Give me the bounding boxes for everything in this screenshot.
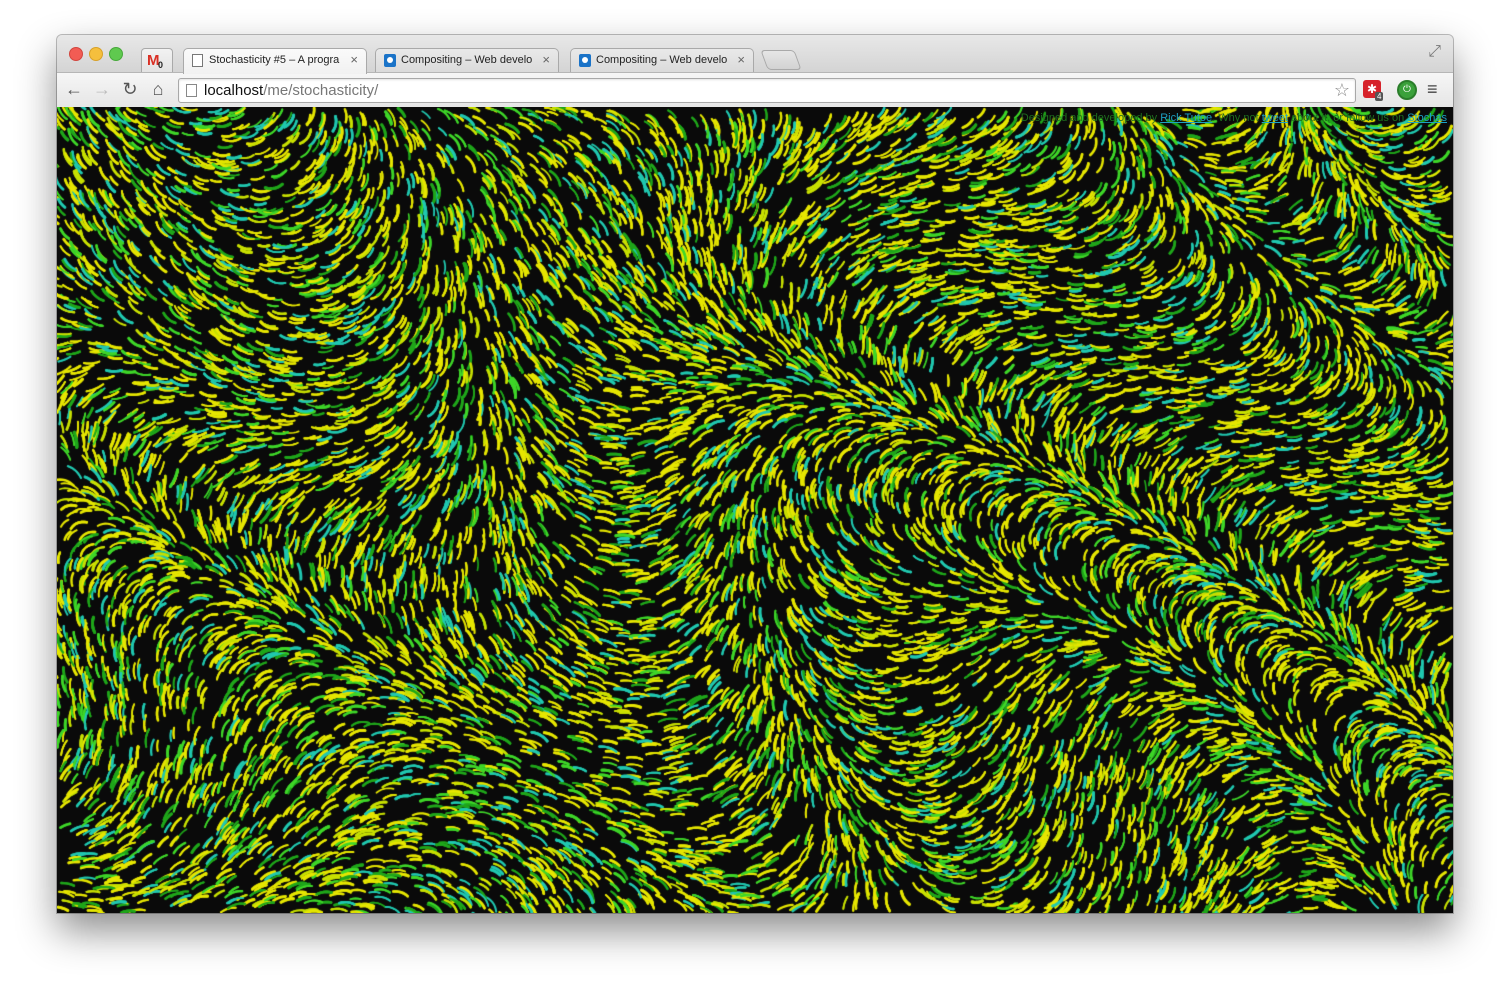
credit-middle-2: about it, or follow us on xyxy=(1291,112,1405,124)
browser-toolbar: ← → ↻ ⌂ localhost/me/stochasticity/ ☆ ✱ … xyxy=(57,72,1453,108)
tab-title: Compositing – Web develo xyxy=(401,54,533,66)
tab-title: Stochasticity #5 – A progra xyxy=(209,54,340,66)
gmail-unread-count: 0 xyxy=(158,60,164,70)
credit-line: Designed and developed by Rick Tutoe. Wh… xyxy=(1021,112,1447,124)
back-button[interactable]: ← xyxy=(63,79,85,100)
close-icon[interactable]: × xyxy=(737,52,745,67)
close-icon[interactable]: × xyxy=(542,52,550,67)
url-text[interactable]: localhost/me/stochasticity/ xyxy=(204,82,378,99)
reload-button[interactable]: ↻ xyxy=(119,79,141,100)
tab-compositing-2[interactable]: Compositing – Web develo × xyxy=(570,48,754,73)
home-button[interactable]: ⌂ xyxy=(147,79,169,100)
extension-green-icon[interactable]: ⏻ xyxy=(1397,80,1417,100)
mozilla-icon xyxy=(384,54,396,67)
new-tab-button[interactable] xyxy=(760,50,802,70)
page-content: Designed and developed by Rick Tutoe. Wh… xyxy=(57,107,1453,913)
browser-window: M 0 Stochasticity #5 – A progra × Compos… xyxy=(57,35,1453,913)
tab-title: Compositing – Web develo xyxy=(596,54,728,66)
mozilla-icon xyxy=(579,54,591,67)
url-host: localhost xyxy=(204,82,264,99)
url-path: /me/stochasticity/ xyxy=(263,82,379,99)
tab-strip: M 0 Stochasticity #5 – A progra × Compos… xyxy=(57,35,1453,74)
chrome-menu-button[interactable]: ≡ xyxy=(1427,79,1438,100)
gmail-pinned-tab[interactable]: M 0 xyxy=(141,48,173,73)
fullscreen-icon[interactable]: ⤢ xyxy=(1428,43,1441,61)
credit-prefix: Designed and developed by xyxy=(1020,112,1158,124)
extension-badge: 4 xyxy=(1375,92,1384,101)
tweet-link[interactable]: tweet xyxy=(1262,112,1288,124)
tab-compositing-1[interactable]: Compositing – Web develo × xyxy=(375,48,559,73)
bookmark-star-icon[interactable]: ☆ xyxy=(1334,80,1350,101)
address-bar[interactable]: localhost/me/stochasticity/ ☆ xyxy=(178,78,1356,103)
zoom-window-button[interactable] xyxy=(109,47,123,61)
follow-link[interactable]: Stochas xyxy=(1407,112,1447,124)
page-icon xyxy=(186,84,197,97)
author-link[interactable]: Rick Tutoe xyxy=(1160,112,1212,124)
close-icon[interactable]: × xyxy=(350,52,358,67)
generative-art-canvas[interactable] xyxy=(57,107,1453,913)
forward-button[interactable]: → xyxy=(91,79,113,100)
credit-middle: . Why not xyxy=(1212,112,1259,124)
minimize-window-button[interactable] xyxy=(89,47,103,61)
tab-stochasticity[interactable]: Stochasticity #5 – A progra × xyxy=(183,48,367,74)
page-icon xyxy=(192,54,203,67)
close-window-button[interactable] xyxy=(69,47,83,61)
